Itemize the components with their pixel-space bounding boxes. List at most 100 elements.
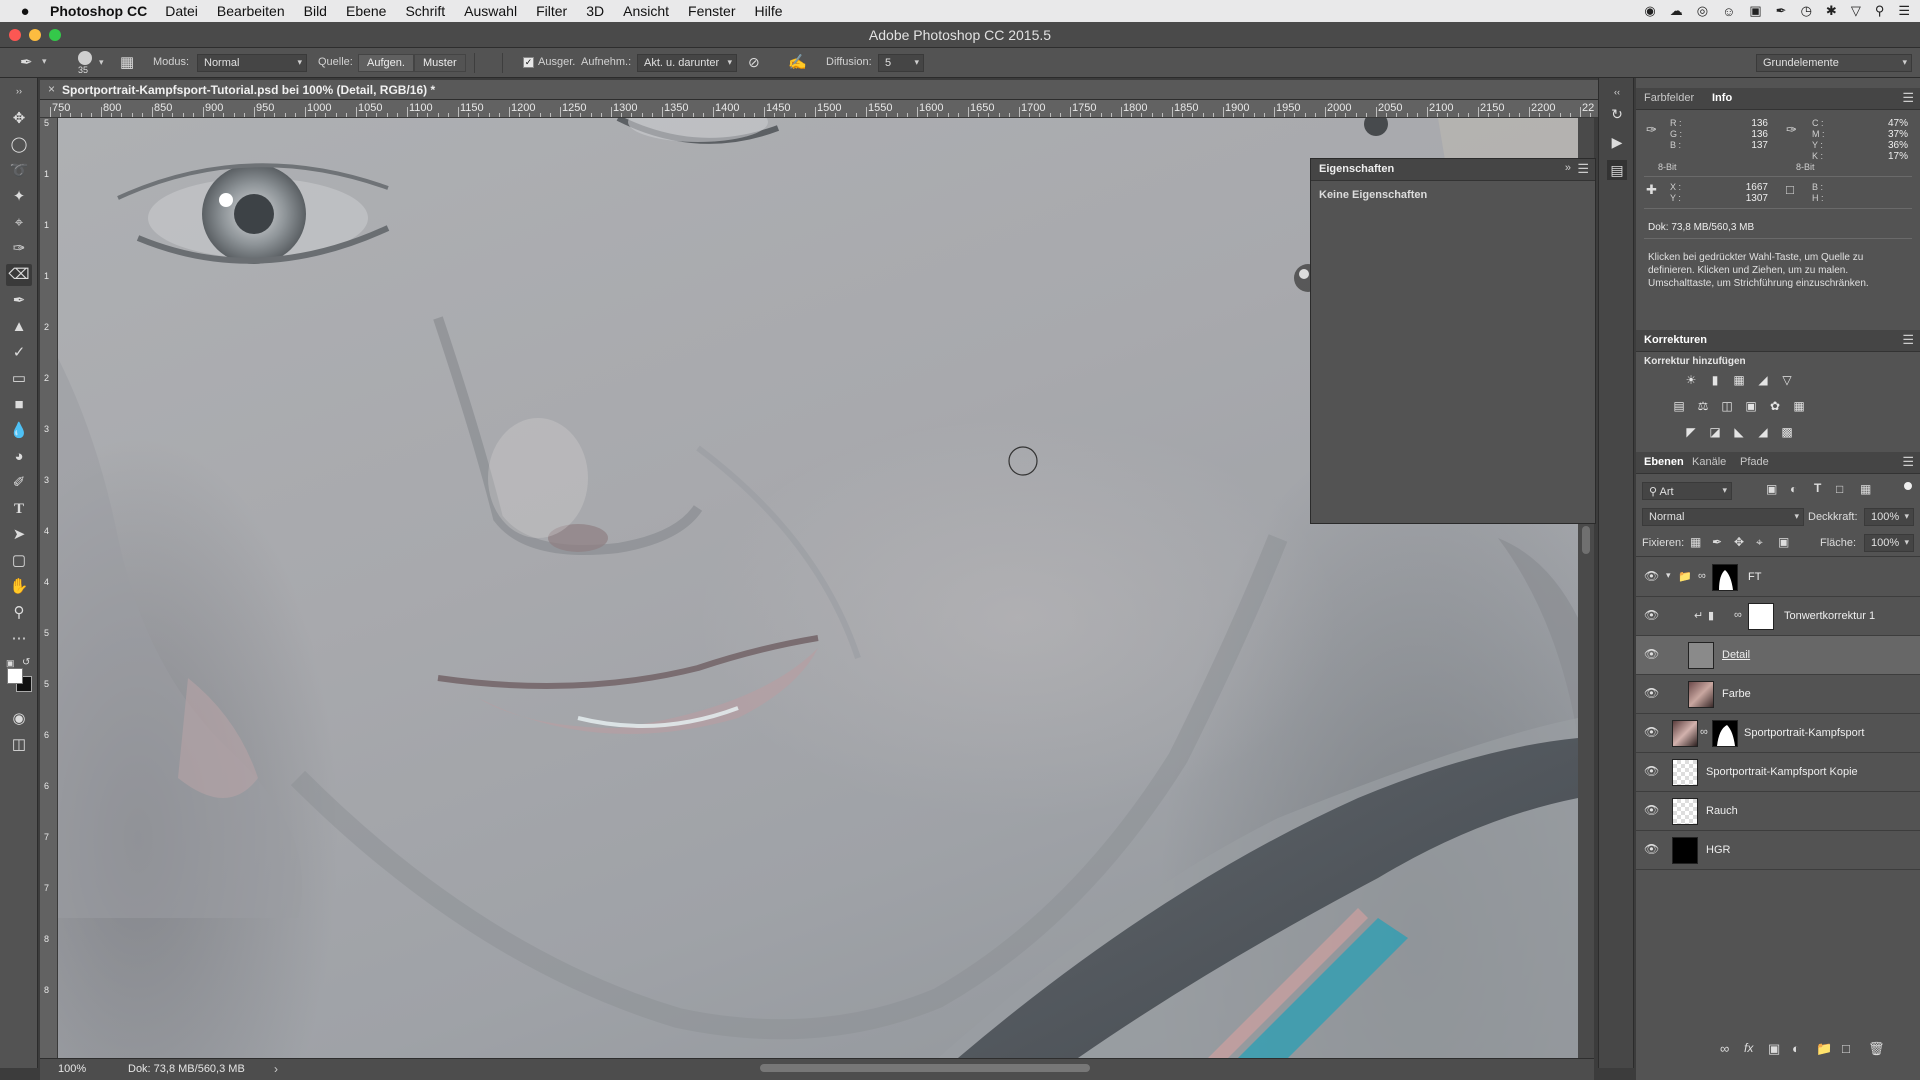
menu-auswahl[interactable]: Auswahl bbox=[464, 3, 517, 19]
layer-mask-thumbnail[interactable] bbox=[1712, 720, 1738, 747]
new-adjustment-layer-icon[interactable]: ◐ bbox=[1792, 1041, 1800, 1056]
blend-mode-select[interactable]: Normal ▾ bbox=[1642, 508, 1804, 526]
marquee-tool-icon[interactable]: ◯ bbox=[6, 134, 32, 156]
visibility-eye-icon[interactable]: 👁 bbox=[1644, 725, 1659, 739]
layer-thumbnail[interactable] bbox=[1672, 837, 1698, 864]
layer-row[interactable]: 👁 ▾ 📁 ∞ FT bbox=[1636, 558, 1920, 597]
lock-position-icon[interactable]: ✥ bbox=[1734, 535, 1744, 549]
chain-link-icon[interactable]: ∞ bbox=[1698, 570, 1706, 582]
zoom-tool-icon[interactable]: ⚲ bbox=[6, 602, 32, 624]
eyedropper-readout-icon[interactable]: ✑ bbox=[1786, 122, 1797, 138]
vibrance-icon[interactable]: ▽ bbox=[1778, 372, 1796, 388]
layer-row[interactable]: 👁 Farbe bbox=[1636, 675, 1920, 714]
preset-caret-icon[interactable]: ▾ bbox=[42, 56, 47, 67]
menu-bild[interactable]: Bild bbox=[304, 3, 327, 19]
properties-panel-header[interactable]: Eigenschaften » ☰ bbox=[1311, 159, 1595, 181]
search-icon[interactable]: ⚲ bbox=[1875, 3, 1885, 19]
rectangle-tool-icon[interactable]: ▢ bbox=[6, 550, 32, 572]
new-layer-icon[interactable]: □ bbox=[1842, 1041, 1850, 1056]
mode-select[interactable]: Normal ▾ bbox=[197, 54, 307, 72]
tab-paths[interactable]: Pfade bbox=[1740, 456, 1769, 468]
clock-icon[interactable]: ◷ bbox=[1801, 3, 1812, 19]
curves-icon[interactable]: ▦ bbox=[1730, 372, 1748, 388]
ignore-adjustment-layers-icon[interactable]: ⊘ bbox=[748, 54, 760, 71]
brightness-contrast-icon[interactable]: ☀ bbox=[1682, 372, 1700, 388]
color-lookup-icon[interactable]: ▦ bbox=[1790, 398, 1808, 414]
exposure-icon[interactable]: ◢ bbox=[1754, 372, 1772, 388]
menu-hilfe[interactable]: Hilfe bbox=[755, 3, 783, 19]
notification-icon[interactable]: ☰ bbox=[1898, 3, 1910, 19]
gradient-map-icon[interactable]: ▩ bbox=[1778, 424, 1796, 440]
quick-selection-tool-icon[interactable]: ✦ bbox=[6, 186, 32, 208]
layer-mask-thumbnail[interactable] bbox=[1712, 564, 1738, 591]
menu-fenster[interactable]: Fenster bbox=[688, 3, 735, 19]
visibility-eye-icon[interactable]: 👁 bbox=[1644, 647, 1659, 661]
threshold-icon[interactable]: ◣ bbox=[1730, 424, 1748, 440]
quick-mask-icon[interactable]: ◉ bbox=[6, 708, 32, 730]
tab-channels[interactable]: Kanäle bbox=[1692, 456, 1726, 468]
lock-pixels-icon[interactable]: ✒ bbox=[1712, 535, 1722, 549]
selective-color-icon[interactable]: ◢ bbox=[1754, 424, 1772, 440]
layer-style-fx-icon[interactable]: fx bbox=[1744, 1041, 1753, 1055]
dodge-tool-icon[interactable]: ◕ bbox=[6, 446, 32, 468]
cloud-icon[interactable]: ☁ bbox=[1670, 3, 1683, 19]
brush-tool-icon[interactable]: ✒ bbox=[6, 290, 32, 312]
path-selection-tool-icon[interactable]: ➤ bbox=[6, 524, 32, 546]
filter-smart-object-icon[interactable]: ▦ bbox=[1860, 482, 1871, 496]
photo-filter-icon[interactable]: ▣ bbox=[1742, 398, 1760, 414]
status-menu-arrow-icon[interactable]: › bbox=[274, 1062, 278, 1076]
close-document-icon[interactable]: × bbox=[48, 82, 55, 96]
lock-transparent-icon[interactable]: ▦ bbox=[1690, 535, 1701, 549]
swap-colors-icon[interactable]: ↺ bbox=[22, 657, 30, 668]
history-brush-tool-icon[interactable]: ✓ bbox=[6, 342, 32, 364]
move-tool-icon[interactable]: ✥ bbox=[6, 108, 32, 130]
panel-menu-icon[interactable]: ☰ bbox=[1902, 332, 1914, 348]
type-tool-icon[interactable]: T bbox=[6, 498, 32, 520]
chevron-down-icon[interactable]: ▾ bbox=[1666, 570, 1671, 581]
crop-tool-icon[interactable]: ⌖ bbox=[6, 212, 32, 234]
brush-caret-icon[interactable]: ▾ bbox=[99, 57, 104, 68]
pen-tool-icon[interactable]: ✐ bbox=[6, 472, 32, 494]
apple-menu-icon[interactable]: ● bbox=[0, 3, 50, 20]
filter-adjustment-icon[interactable]: ◐ bbox=[1790, 482, 1797, 496]
layer-filter-select[interactable]: ⚲ Art ▾ bbox=[1642, 482, 1732, 500]
filter-shape-icon[interactable]: □ bbox=[1836, 482, 1843, 496]
lasso-tool-icon[interactable]: ➰ bbox=[6, 160, 32, 182]
panel-menu-icon[interactable]: ☰ bbox=[1902, 454, 1914, 470]
black-white-icon[interactable]: ◫ bbox=[1718, 398, 1736, 414]
posterize-icon[interactable]: ◪ bbox=[1706, 424, 1724, 440]
levels-icon[interactable]: ▮ bbox=[1706, 372, 1724, 388]
blur-tool-icon[interactable]: 💧 bbox=[6, 420, 32, 442]
expand-panels-icon[interactable]: ‹‹ bbox=[1607, 82, 1627, 102]
menu-ansicht[interactable]: Ansicht bbox=[623, 3, 669, 19]
actions-panel-icon[interactable]: ▶ bbox=[1607, 132, 1627, 152]
horizontal-ruler[interactable]: 750 800 850 900 950 1000 1050 1100 1150 1200 1250 1… bbox=[40, 100, 1600, 118]
pressure-size-icon[interactable]: ✍ bbox=[788, 53, 807, 71]
diffusion-select[interactable]: 5 ▾ bbox=[878, 54, 924, 72]
layer-thumbnail[interactable] bbox=[1688, 642, 1714, 669]
toolbar-collapse-icon[interactable]: ›› bbox=[6, 80, 32, 102]
eyedropper-tool-icon[interactable]: ✑ bbox=[6, 238, 32, 260]
menu-app-name[interactable]: Photoshop CC bbox=[50, 3, 147, 19]
layer-row[interactable]: 👁 Sportportrait-Kampfsport Kopie bbox=[1636, 753, 1920, 792]
record-icon[interactable]: ◉ bbox=[1644, 3, 1655, 19]
zoom-level[interactable]: 100% bbox=[58, 1063, 86, 1075]
visibility-eye-icon[interactable]: 👁 bbox=[1644, 686, 1659, 700]
visibility-eye-icon[interactable]: 👁 bbox=[1644, 569, 1659, 583]
brush-tip-icon[interactable] bbox=[78, 51, 92, 65]
foreground-color-swatch[interactable] bbox=[7, 668, 23, 684]
hand-tool-icon[interactable]: ✋ bbox=[6, 576, 32, 598]
source-sampled-button[interactable]: Aufgen. bbox=[358, 54, 414, 72]
eye-status-icon[interactable]: ◎ bbox=[1697, 3, 1708, 19]
color-balance-icon[interactable]: ⚖ bbox=[1694, 398, 1712, 414]
workspace-select[interactable]: Grundelemente ▾ bbox=[1756, 54, 1912, 72]
wifi-icon[interactable]: ▽ bbox=[1851, 3, 1861, 19]
sample-select[interactable]: Akt. u. darunter ▾ bbox=[637, 54, 737, 72]
script-icon[interactable]: ✒ bbox=[1776, 3, 1787, 19]
layer-thumbnail[interactable] bbox=[1672, 720, 1698, 747]
visibility-eye-icon[interactable]: 👁 bbox=[1644, 842, 1659, 856]
collapse-panel-icon[interactable]: » bbox=[1565, 162, 1571, 174]
lock-artboard-icon[interactable]: ⌖ bbox=[1756, 535, 1763, 550]
gradient-tool-icon[interactable]: ■ bbox=[6, 394, 32, 416]
visibility-eye-icon[interactable]: 👁 bbox=[1644, 803, 1659, 817]
